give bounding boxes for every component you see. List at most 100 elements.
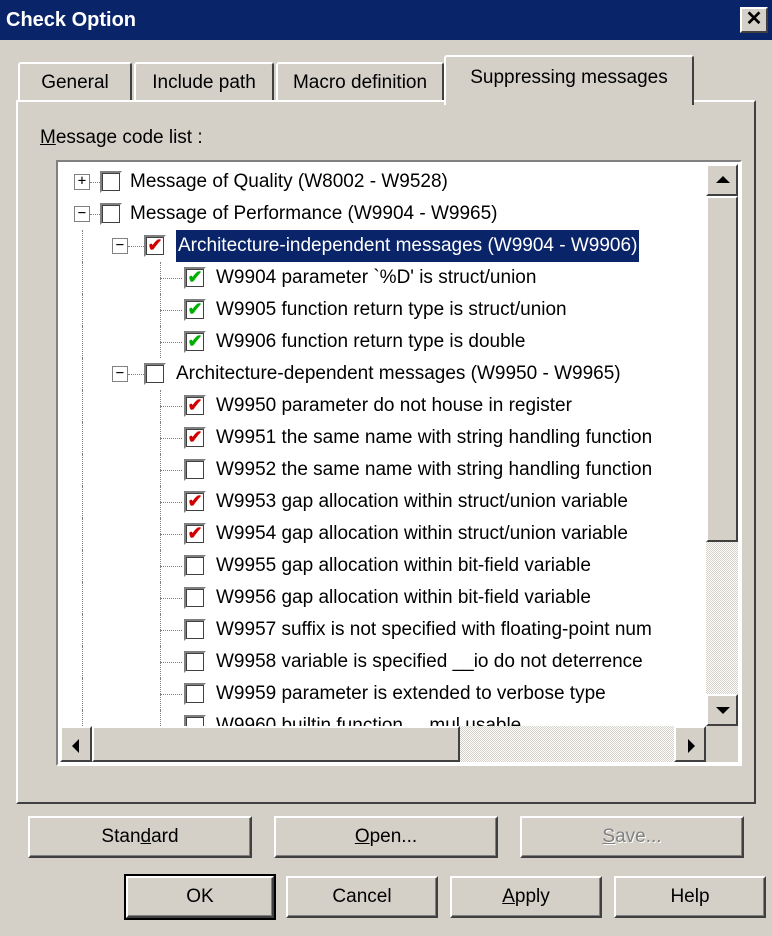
message-checkbox[interactable] [184,619,206,641]
message-checkbox[interactable] [184,459,206,481]
help-button[interactable]: Help [614,876,766,918]
message-checkbox[interactable]: ✔ [184,299,206,321]
tree-connector [82,230,83,262]
tree-connector [82,646,83,678]
message-checkbox[interactable]: ✔ [184,331,206,353]
cancel-button[interactable]: Cancel [286,876,438,918]
tree-row[interactable]: + Message of Quality (W8002 - W9528) [60,166,706,198]
scroll-right-button[interactable] [674,726,706,762]
message-checkbox[interactable] [144,363,166,385]
tree-connector [82,550,83,582]
tree-row[interactable]: − Message of Performance (W9904 - W9965) [60,198,706,230]
scroll-left-button[interactable] [60,726,92,762]
tree-connector [160,326,161,358]
title-bar[interactable]: Check Option ✕ [0,0,772,40]
checkmark-icon: ✔ [187,395,203,415]
tree-row[interactable]: W9955 gap allocation within bit-field va… [60,550,706,582]
message-checkbox[interactable] [184,555,206,577]
scroll-up-button[interactable] [706,164,738,196]
tree-row[interactable]: W9957 suffix is not specified with float… [60,614,706,646]
minus-box-icon[interactable]: − [112,238,128,254]
message-checkbox[interactable] [184,587,206,609]
tree-row[interactable]: − ✔ Architecture-independent messages (W99… [60,229,706,263]
tree-connector [160,518,161,550]
save-button[interactable]: Save... [520,816,744,858]
tree-row[interactable]: ✔ W9951 the same name with string handlin… [60,422,706,454]
tree-item-label: W9953 gap allocation within struct/union… [216,491,628,512]
tree-row[interactable]: W9960 builtin function __mul usable [60,710,706,726]
message-code-tree[interactable]: + Message of Quality (W8002 - W9528) − Mess… [56,160,742,766]
tree-item-label: Architecture-independent messages (W9904… [174,229,641,263]
message-checkbox[interactable]: ✔ [184,427,206,449]
tree-connector [82,582,83,614]
tree-connector [82,294,83,326]
tree-connector [82,326,83,358]
standard-button[interactable]: Standard [28,816,252,858]
message-checkbox[interactable]: ✔ [144,235,166,257]
tree-row[interactable]: ✔ W9950 parameter do not house in registe… [60,390,706,422]
message-checkbox[interactable] [184,651,206,673]
tree-connector [160,486,161,518]
vertical-scrollbar[interactable] [706,164,738,726]
tree-connector [160,534,182,535]
message-checkbox[interactable] [184,715,206,726]
tree-connector [82,358,83,390]
tab-suppressing-messages[interactable]: Suppressing messages [444,55,694,105]
tree-item-label: W9906 function return type is double [216,331,526,352]
horizontal-scroll-thumb[interactable] [92,726,460,762]
tab-label: Macro definition [292,72,428,93]
tree-row[interactable]: W9958 variable is specified __io do not … [60,646,706,678]
open-button[interactable]: Open... [274,816,498,858]
tree-connector [82,710,83,726]
checkmark-icon: ✔ [187,427,203,447]
window-title: Check Option [6,9,137,31]
tree-row[interactable]: W9952 the same name with string handling… [60,454,706,486]
tree-item-label: Architecture-dependent messages (W9950 -… [176,363,621,384]
arrow-up-icon [716,176,730,183]
tree-row[interactable]: ✔ W9906 function return type is double [60,326,706,358]
tree-item-label: W9957 suffix is not specified with float… [216,619,652,640]
tree-row[interactable]: ✔ W9904 parameter `%D' is struct/union [60,262,706,294]
tree-connector [160,566,182,567]
tree-connector [128,374,144,375]
tree-row[interactable]: W9959 parameter is extended to verbose t… [60,678,706,710]
tree-row[interactable]: − Architecture-dependent messages (W9950 … [60,358,706,390]
tree-row[interactable]: ✔ W9953 gap allocation within struct/unio… [60,486,706,518]
checkmark-icon: ✔ [187,267,203,287]
tree-connector [82,262,83,294]
message-checkbox[interactable] [100,171,122,193]
message-checkbox[interactable]: ✔ [184,395,206,417]
tree-row[interactable]: W9956 gap allocation within bit-field va… [60,582,706,614]
tab-general[interactable]: General [18,62,132,102]
horizontal-scrollbar[interactable] [60,726,706,762]
checkmark-icon: ✔ [187,299,203,319]
message-checkbox[interactable]: ✔ [184,267,206,289]
tree-connector [90,182,100,183]
tab-label: Suppressing messages [470,67,668,88]
tree-row[interactable]: ✔ W9905 function return type is struct/un… [60,294,706,326]
tree-connector [160,694,182,695]
scroll-down-button[interactable] [706,694,738,726]
apply-button[interactable]: Apply [450,876,602,918]
ok-button[interactable]: OK [124,874,276,920]
message-code-list-label: Message code list : [40,127,203,148]
tab-label: General [41,72,109,93]
plus-box-icon[interactable]: + [74,174,90,190]
minus-box-icon[interactable]: − [74,206,90,222]
tree-content: + Message of Quality (W8002 - W9528) − Mess… [60,164,706,726]
tree-row[interactable]: ✔ W9954 gap allocation within struct/unio… [60,518,706,550]
tree-connector [160,390,161,422]
minus-box-icon[interactable]: − [112,366,128,382]
message-checkbox[interactable] [100,203,122,225]
tree-item-label: W9959 parameter is extended to verbose t… [216,683,606,704]
tree-connector [160,598,182,599]
close-button[interactable]: ✕ [740,7,768,33]
tab-include-path[interactable]: Include path [134,62,274,102]
message-checkbox[interactable]: ✔ [184,523,206,545]
tree-connector [128,246,144,247]
tab-macro-definition[interactable]: Macro definition [276,62,444,102]
message-checkbox[interactable]: ✔ [184,491,206,513]
tree-connector [160,422,161,454]
vertical-scroll-thumb[interactable] [706,196,738,542]
message-checkbox[interactable] [184,683,206,705]
